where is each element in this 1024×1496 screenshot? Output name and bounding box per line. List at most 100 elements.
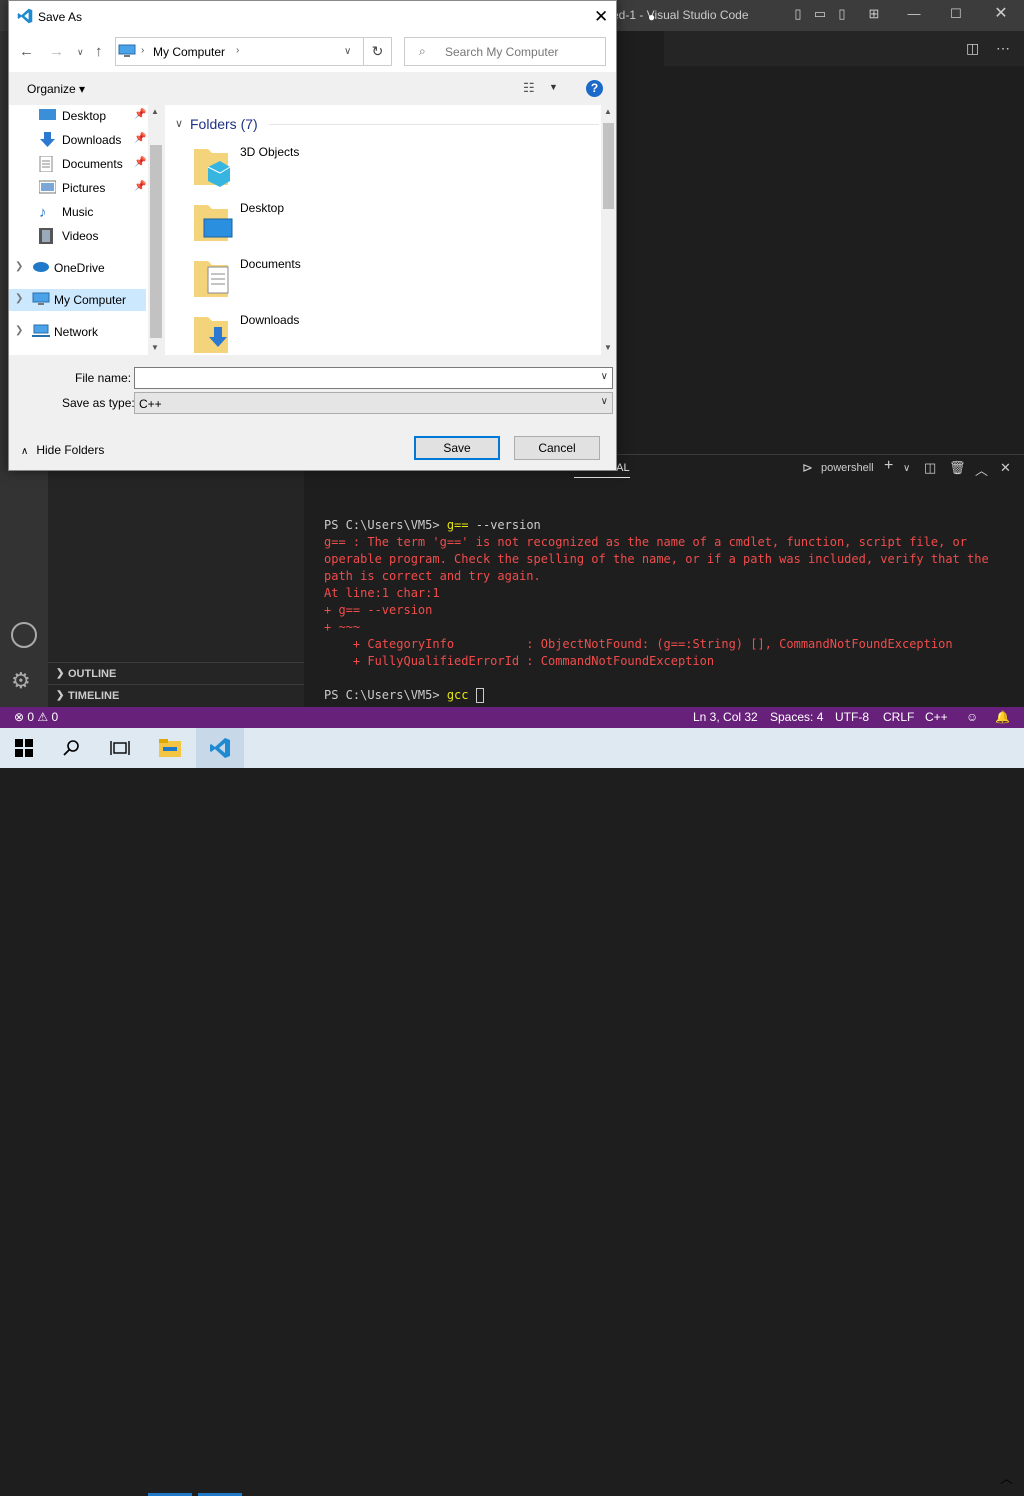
documents-folder-icon [194, 257, 232, 302]
scroll-down-icon[interactable]: ▼ [151, 343, 159, 352]
address-bar[interactable]: › My Computer › ∨ [115, 37, 365, 66]
maximize-panel-icon[interactable]: ︿ [975, 460, 988, 479]
accounts-icon[interactable] [11, 622, 37, 648]
folder-item[interactable]: 3D Objects [194, 145, 444, 195]
outline-label: OUTLINE [68, 668, 117, 680]
search-box[interactable]: ⌕ Search My Computer [404, 37, 606, 66]
unsaved-dot-icon[interactable]: ● [648, 10, 655, 24]
task-view-icon[interactable] [96, 728, 144, 768]
scroll-down-icon[interactable]: ▼ [604, 343, 612, 352]
nav-item-documents[interactable]: Documents 📌 [9, 153, 149, 175]
pin-icon[interactable]: 📌 [134, 133, 146, 144]
toggle-sidebar-icon[interactable]: ▯ [790, 6, 806, 22]
up-arrow-icon[interactable]: ↑ [95, 43, 103, 60]
problems-status[interactable]: ⊗ 0 ⚠ 0 [14, 710, 58, 724]
split-editor-icon[interactable]: ◫ [966, 40, 979, 57]
chevron-down-icon[interactable]: ∨ [601, 371, 608, 382]
scroll-thumb[interactable] [603, 123, 614, 209]
computer-icon [118, 44, 136, 61]
start-windows-icon[interactable] [0, 728, 48, 768]
chevron-up-icon[interactable]: ︿ [1000, 1468, 1013, 1487]
more-actions-icon[interactable]: ⋯ [996, 40, 1010, 57]
folder-name: Desktop [240, 201, 285, 215]
view-options-icon[interactable]: ☷ [523, 80, 535, 96]
chevron-right-icon[interactable]: ❯ [15, 261, 23, 272]
recent-locations-icon[interactable]: ∨ [77, 47, 84, 58]
pin-icon[interactable]: 📌 [134, 181, 146, 192]
minimize-icon[interactable]: — [906, 6, 922, 22]
feedback-icon[interactable]: ☺ [966, 710, 978, 724]
chevron-down-icon[interactable]: ∨ [344, 46, 351, 57]
nav-item-desktop[interactable]: Desktop 📌 [9, 105, 149, 127]
cursor-position[interactable]: Ln 3, Col 32 [693, 710, 758, 724]
refresh-icon[interactable]: ↻ [363, 37, 392, 66]
notifications-bell-icon[interactable]: 🔔 [995, 710, 1010, 724]
nav-item-music[interactable]: ♪ Music [9, 201, 149, 223]
chevron-down-icon[interactable]: ∨ [601, 396, 608, 407]
toggle-panel-icon[interactable]: ▭ [812, 6, 828, 22]
back-arrow-icon[interactable]: ← [19, 43, 34, 60]
organize-button[interactable]: Organize ▾ [27, 82, 85, 96]
encoding[interactable]: UTF-8 [835, 710, 869, 724]
nav-scrollbar[interactable]: ▲ ▼ [148, 105, 164, 355]
cancel-button[interactable]: Cancel [514, 436, 600, 460]
hide-folders-button[interactable]: ∧ Hide Folders [21, 443, 104, 457]
chevron-down-icon[interactable]: ∨ [175, 117, 183, 130]
command: g== [446, 518, 469, 532]
chevron-right-icon[interactable]: ❯ [15, 293, 23, 304]
maximize-icon[interactable]: ☐ [948, 6, 964, 22]
language-mode[interactable]: C++ [925, 710, 948, 724]
nav-item-pictures[interactable]: Pictures 📌 [9, 177, 149, 199]
vscode-taskbar-icon[interactable] [196, 728, 244, 768]
nav-item-downloads[interactable]: Downloads 📌 [9, 129, 149, 151]
chevron-right-icon[interactable]: › [141, 45, 144, 56]
close-panel-icon[interactable]: ✕ [1000, 460, 1011, 476]
desktop-folder-icon [194, 201, 234, 246]
split-terminal-icon[interactable]: ◫ [924, 460, 936, 476]
save-button[interactable]: Save [414, 436, 500, 460]
toggle-secondary-sidebar-icon[interactable]: ▯ [834, 6, 850, 22]
divider [269, 124, 599, 125]
file-explorer-icon[interactable] [146, 728, 194, 768]
end-of-line[interactable]: CRLF [883, 710, 914, 724]
documents-icon [39, 155, 56, 173]
folders-group-header[interactable]: Folders (7) [190, 116, 258, 132]
chevron-down-icon[interactable]: ▼ [549, 82, 558, 92]
trash-icon[interactable]: 🗑 [949, 460, 966, 476]
content-scrollbar[interactable]: ▲ ▼ [601, 105, 616, 355]
save-type-select[interactable]: C++ ∨ [134, 392, 613, 414]
shell-name[interactable]: powershell [821, 462, 874, 474]
outline-section[interactable]: ❯ OUTLINE [48, 662, 304, 684]
nav-item-videos[interactable]: Videos [9, 225, 149, 247]
pin-icon[interactable]: 📌 [134, 157, 146, 168]
nav-item-onedrive[interactable]: ❯ OneDrive [9, 257, 149, 279]
chevron-right-icon[interactable]: › [236, 45, 239, 56]
chevron-right-icon: ❯ [56, 690, 65, 701]
chevron-right-icon[interactable]: ❯ [15, 325, 23, 336]
new-terminal-icon[interactable]: + [884, 457, 893, 475]
folder-item[interactable]: Documents [194, 257, 444, 307]
settings-gear-icon[interactable]: ⚙ [11, 668, 31, 694]
close-icon[interactable]: ✕ [594, 7, 608, 27]
chevron-down-icon[interactable]: ∨ [903, 463, 910, 474]
nav-label: Pictures [62, 181, 106, 195]
scroll-up-icon[interactable]: ▲ [151, 107, 159, 116]
pin-icon[interactable]: 📌 [134, 109, 146, 120]
folder-item[interactable]: Desktop [194, 201, 444, 251]
file-name-field[interactable]: ∨ [134, 367, 613, 389]
nav-item-my-computer[interactable]: ❯ My Computer [9, 289, 146, 311]
nav-item-network[interactable]: ❯ Network [9, 321, 149, 343]
command-args: --version [468, 518, 541, 532]
close-window-icon[interactable]: ✕ [993, 6, 1009, 22]
terminal-output[interactable]: PS C:\Users\VM5> g== --version g== : The… [324, 517, 1014, 704]
indentation[interactable]: Spaces: 4 [770, 710, 823, 724]
help-icon[interactable]: ? [586, 80, 603, 97]
scroll-thumb[interactable] [150, 145, 162, 338]
timeline-section[interactable]: ❯ TIMELINE [48, 684, 304, 706]
forward-arrow-icon[interactable]: → [49, 43, 64, 60]
scroll-up-icon[interactable]: ▲ [604, 107, 612, 116]
folder-item[interactable]: Downloads [194, 313, 444, 353]
command-bar: Organize ▾ ☷ ▼ [9, 72, 616, 105]
search-icon[interactable] [48, 728, 96, 768]
customize-layout-icon[interactable]: ⊞ [866, 6, 882, 22]
